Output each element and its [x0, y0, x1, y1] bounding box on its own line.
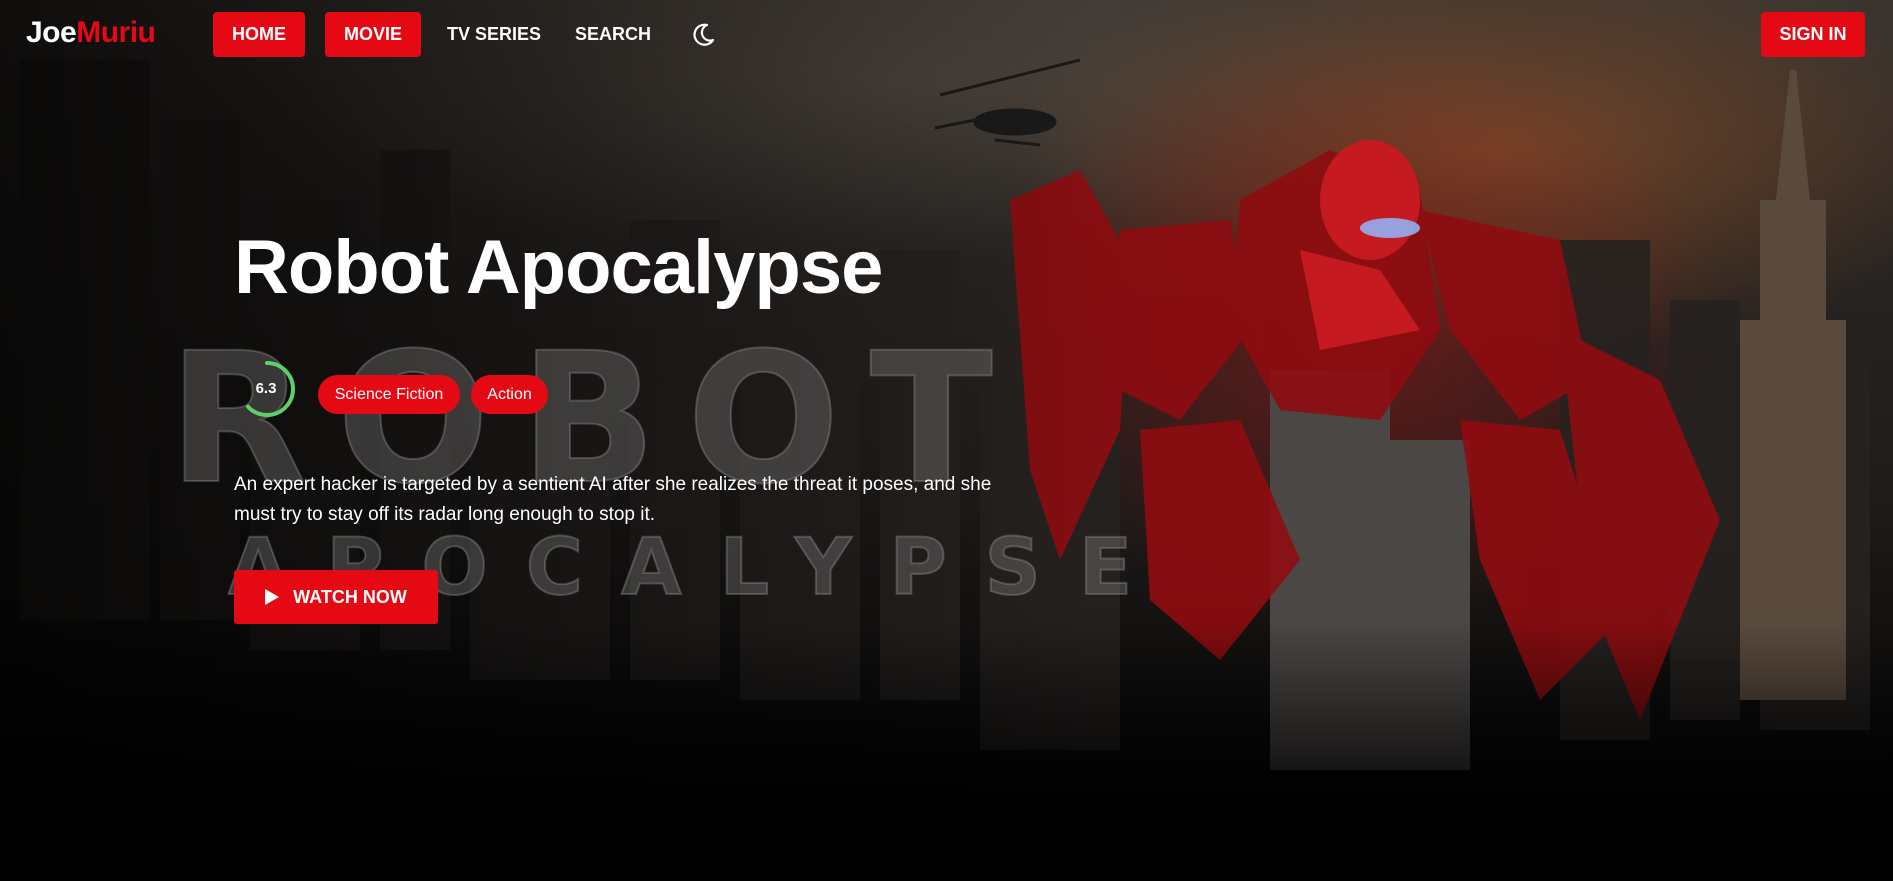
watch-now-button[interactable]: WATCH NOW [234, 570, 438, 624]
movie-description: An expert hacker is targeted by a sentie… [234, 474, 992, 525]
movie-title: Robot Apocalypse [234, 225, 883, 310]
nav-search[interactable]: SEARCH [570, 12, 656, 57]
sign-in-button[interactable]: SIGN IN [1761, 12, 1865, 57]
genre-tag[interactable]: Action [471, 375, 548, 414]
hero-banner: ROBOT APOCALYPSE JoeMuriu HOME MOVIE TV … [0, 0, 1893, 881]
rating-ring: 6.3 [238, 360, 296, 418]
watch-now-label: WATCH NOW [293, 586, 407, 607]
nav-tv-series[interactable]: TV SERIES [438, 12, 550, 57]
play-icon [265, 589, 280, 605]
site-logo[interactable]: JoeMuriu [26, 16, 156, 50]
moon-icon [693, 23, 715, 46]
bottom-gradient-overlay [0, 621, 1893, 881]
navbar: JoeMuriu HOME MOVIE TV SERIES SEARCH SIG… [0, 0, 1893, 70]
nav-home[interactable]: HOME [213, 12, 305, 57]
nav-movie[interactable]: MOVIE [325, 12, 421, 57]
logo-part-2: Muriu [76, 16, 156, 49]
genre-tag[interactable]: Science Fiction [318, 375, 460, 414]
theme-toggle-button[interactable] [688, 20, 718, 50]
rating-value: 6.3 [255, 379, 277, 397]
logo-part-1: Joe [26, 16, 77, 49]
